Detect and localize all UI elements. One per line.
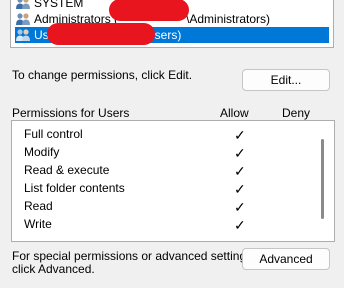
allow-column-header: Allow bbox=[220, 106, 249, 120]
advanced-text-line2: click Advanced. bbox=[12, 262, 95, 276]
group-user-list[interactable]: SYSTEM Administrators ( \Administrators)… bbox=[10, 0, 334, 48]
permission-row: List folder contents ✓ bbox=[24, 179, 304, 197]
permission-name: Read bbox=[24, 199, 53, 213]
edit-button[interactable]: Edit... bbox=[242, 69, 330, 91]
permission-row: Full control ✓ bbox=[24, 125, 304, 143]
permission-name: Full control bbox=[24, 127, 83, 141]
allow-check-icon: ✓ bbox=[234, 127, 246, 143]
permission-row: Modify ✓ bbox=[24, 143, 304, 161]
permission-name: List folder contents bbox=[24, 181, 125, 195]
permission-name: Write bbox=[24, 217, 52, 231]
allow-check-icon: ✓ bbox=[234, 181, 246, 197]
group-item-label-suffix: \Administrators) bbox=[186, 12, 271, 26]
permissions-list[interactable]: Full control ✓ Modify ✓ Read & execute ✓… bbox=[11, 120, 335, 242]
group-item-label: SYSTEM bbox=[34, 0, 84, 10]
redaction-mark bbox=[109, 0, 189, 21]
scrollbar-thumb[interactable] bbox=[321, 139, 324, 219]
users-icon bbox=[16, 29, 30, 41]
users-icon bbox=[16, 0, 30, 9]
allow-check-icon: ✓ bbox=[234, 145, 246, 161]
permissions-dialog: { "groups": { "items": [ {"prefix": "SYS… bbox=[0, 0, 344, 288]
redaction-mark bbox=[47, 23, 155, 45]
advanced-text-line1: For special permissions or advanced sett… bbox=[12, 249, 256, 263]
deny-column-header: Deny bbox=[282, 106, 311, 120]
permission-row: Read ✓ bbox=[24, 197, 304, 215]
advanced-button[interactable]: Advanced bbox=[242, 248, 330, 270]
allow-check-icon: ✓ bbox=[234, 199, 246, 215]
permission-name: Read & execute bbox=[24, 163, 110, 177]
permission-name: Modify bbox=[24, 145, 60, 159]
permission-row: Read & execute ✓ bbox=[24, 161, 304, 179]
users-icon bbox=[16, 13, 30, 25]
allow-check-icon: ✓ bbox=[234, 163, 246, 179]
allow-check-icon: ✓ bbox=[234, 217, 246, 233]
change-permissions-text: To change permissions, click Edit. bbox=[12, 68, 193, 82]
permission-row: Write ✓ bbox=[24, 215, 304, 233]
permissions-header-label: Permissions for Users bbox=[12, 106, 130, 120]
